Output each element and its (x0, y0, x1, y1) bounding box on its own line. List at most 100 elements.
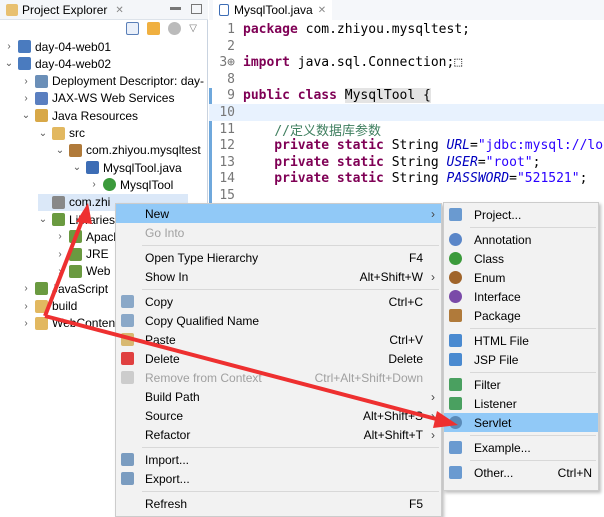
menu-item-label: Delete (145, 351, 180, 366)
chevron-right-icon[interactable]: › (21, 93, 31, 104)
menu-item-label: Class (474, 251, 505, 266)
collapse-all-icon[interactable] (126, 22, 140, 35)
code-line[interactable]: 12 private static String URL="jdbc:mysql… (209, 137, 604, 154)
code-line[interactable]: 10 (209, 104, 604, 121)
code-token: package (243, 22, 298, 37)
tree-item[interactable]: ⌄ com.zhiyou.mysqltest (55, 142, 201, 159)
menu-item-refactor[interactable]: Refactor Alt+Shift+T › (116, 425, 441, 444)
code-text: package com.zhiyou.mysqltest; (239, 22, 470, 37)
chevron-down-icon[interactable]: ⌄ (38, 128, 48, 139)
tree-item[interactable]: ⌄ src (38, 125, 85, 142)
chevron-down-icon[interactable]: ⌄ (21, 110, 31, 121)
code-line[interactable]: 14 private static String PASSWORD="52152… (209, 170, 604, 187)
menu-item-copy-qualified-name[interactable]: Copy Qualified Name (116, 311, 441, 330)
menu-item-export[interactable]: Export... (116, 469, 441, 488)
menu-item-package[interactable]: Package (444, 306, 598, 325)
close-icon[interactable]: ✕ (115, 5, 123, 16)
menu-item-copy[interactable]: Copy Ctrl+C (116, 292, 441, 311)
tree-item[interactable]: ⌄ MysqlTool.java (72, 159, 182, 176)
class-icon (103, 178, 116, 192)
tree-item[interactable]: › JRE (55, 246, 108, 263)
menu-item-class[interactable]: Class (444, 249, 598, 268)
line-number: 3⊕ (219, 55, 235, 71)
menu-item-remove-from-context[interactable]: Remove from Context Ctrl+Alt+Shift+Down (116, 368, 441, 387)
menu-item-build-path[interactable]: Build Path › (116, 387, 441, 406)
close-icon[interactable]: ✕ (318, 5, 326, 16)
menu-item-delete[interactable]: Delete Delete (116, 349, 441, 368)
menu-item-new[interactable]: New › (116, 204, 441, 223)
menu-item-example[interactable]: Example... (444, 438, 598, 457)
menu-item-servlet[interactable]: Servlet (444, 413, 598, 432)
chevron-right-icon[interactable]: › (55, 266, 65, 277)
tree-item[interactable]: › day-04-web01 (4, 38, 111, 55)
chevron-right-icon[interactable]: › (55, 249, 65, 260)
tree-item[interactable]: › JAX-WS Web Services (21, 90, 174, 107)
menu-item-listener[interactable]: Listener (444, 394, 598, 413)
copy-icon (121, 295, 134, 308)
code-line[interactable]: 2 (209, 38, 604, 55)
project-explorer-tab[interactable]: Project Explorer ✕ (0, 0, 208, 20)
chevron-down-icon[interactable]: ⌄ (38, 214, 48, 225)
link-with-editor-icon[interactable] (147, 22, 161, 35)
menu-item-shortcut: Delete (388, 351, 423, 366)
menu-item-go-into[interactable]: Go Into (116, 223, 441, 242)
chevron-right-icon[interactable]: › (21, 283, 31, 294)
chevron-right-icon[interactable]: › (4, 41, 14, 52)
menu-item-project[interactable]: Project... (444, 205, 598, 224)
menu-item-html-file[interactable]: HTML File (444, 331, 598, 350)
code-token: import (243, 55, 290, 71)
menu-item-open-type-hierarchy[interactable]: Open Type Hierarchy F4 (116, 248, 441, 267)
line-number: 10 (219, 105, 235, 120)
menu-item-interface[interactable]: Interface (444, 287, 598, 306)
menu-item-paste[interactable]: Paste Ctrl+V (116, 330, 441, 349)
tree-item[interactable]: › Web (55, 263, 110, 280)
tree-item[interactable]: › JavaScript (21, 280, 108, 297)
editor-tab-mysqltool[interactable]: MysqlTool.java ✕ (213, 0, 333, 20)
code-text: private static String USER="root"; (239, 155, 540, 170)
java-file-icon (86, 161, 99, 175)
code-line[interactable]: 13 private static String USER="root"; (209, 154, 604, 171)
code-line[interactable]: 11 //定义数据库参数 (209, 120, 604, 139)
tree-item[interactable]: › MysqlTool (89, 176, 173, 193)
menu-item-filter[interactable]: Filter (444, 375, 598, 394)
menu-item-import[interactable]: Import... (116, 450, 441, 469)
menu-item-label: Copy (145, 294, 174, 309)
chevron-right-icon[interactable]: › (21, 318, 31, 329)
tree-item[interactable]: › build (21, 298, 77, 315)
view-menu-icon[interactable]: ▽ (189, 23, 197, 34)
chevron-down-icon[interactable]: ⌄ (55, 145, 65, 156)
tree-item[interactable]: ⌄ Libraries (38, 211, 115, 228)
menu-item-enum[interactable]: Enum (444, 268, 598, 287)
code-text: //定义数据库参数 (239, 120, 381, 139)
filter-icon[interactable] (168, 22, 182, 35)
code-token: PASSWORD (446, 171, 510, 187)
code-line[interactable]: 8 (209, 71, 604, 88)
chevron-down-icon[interactable]: ⌄ (4, 58, 14, 69)
menu-item-jsp-file[interactable]: JSP File (444, 350, 598, 369)
menu-item-source[interactable]: Source Alt+Shift+S › (116, 406, 441, 425)
chevron-right-icon[interactable]: › (55, 231, 65, 242)
code-line[interactable]: 3⊕ import java.sql.Connection;⬚ (209, 54, 604, 71)
code-line[interactable]: 9 public class MysqlTool { (209, 87, 604, 104)
library-icon (52, 213, 65, 226)
menu-item-other[interactable]: Other... Ctrl+N (444, 463, 598, 482)
minimize-icon[interactable] (170, 7, 181, 10)
menu-item-label: Other... (474, 465, 514, 480)
menu-item-annotation[interactable]: Annotation (444, 230, 598, 249)
chevron-right-icon[interactable]: › (21, 76, 31, 87)
code-line[interactable]: 1 package com.zhiyou.mysqltest; (209, 21, 604, 38)
tree-item[interactable]: ⌄ Java Resources (21, 107, 138, 124)
code-token: URL (446, 138, 470, 154)
chevron-right-icon[interactable]: › (21, 301, 31, 312)
export-icon (121, 472, 134, 485)
maximize-icon[interactable] (191, 4, 202, 14)
servlet-icon (449, 416, 462, 429)
menu-item-show-in[interactable]: Show In Alt+Shift+W › (116, 267, 441, 286)
line-number: 9 (227, 88, 235, 104)
tree-item[interactable]: › Deployment Descriptor: day- (21, 73, 204, 90)
tree-item[interactable]: ⌄ day-04-web02 (4, 55, 111, 72)
menu-item-refresh[interactable]: Refresh F5 (116, 494, 441, 513)
chevron-right-icon[interactable]: › (89, 179, 99, 190)
tree-item[interactable]: › WebContent (21, 315, 118, 332)
chevron-down-icon[interactable]: ⌄ (72, 162, 82, 173)
